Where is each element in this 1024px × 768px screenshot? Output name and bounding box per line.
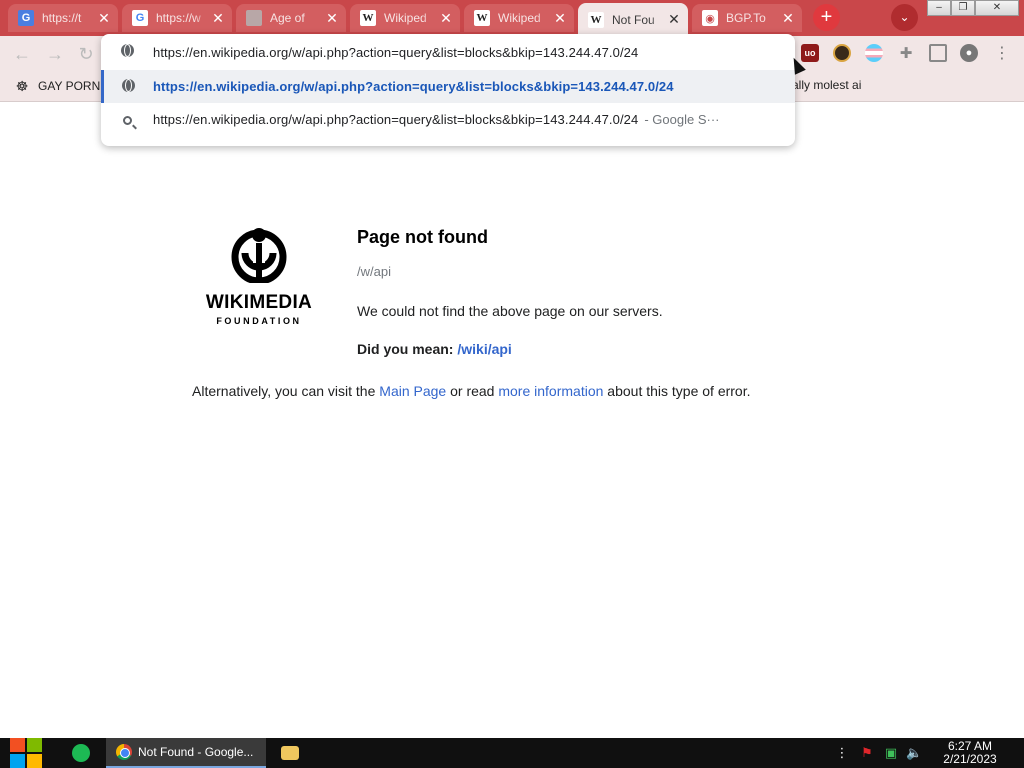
bookmark-label: GAY PORN <box>38 79 101 93</box>
logo-subtitle: FOUNDATION <box>216 316 302 326</box>
alt-prefix: Alternatively, you can visit the <box>192 383 376 399</box>
wikipedia-icon: W <box>474 10 490 26</box>
wikimedia-icon <box>231 228 287 285</box>
search-icon <box>101 112 153 128</box>
alt-middle: or read <box>450 383 495 399</box>
page-content: WIKIMEDIA FOUNDATION Page not found /w/a… <box>0 103 1024 738</box>
main-page-link[interactable]: Main Page <box>379 383 446 399</box>
bookmark-item[interactable]: ☸ GAY PORN <box>14 78 101 94</box>
side-panel-icon[interactable] <box>929 44 947 62</box>
wikipedia-icon: W <box>588 11 604 28</box>
ublock-icon[interactable]: uo <box>801 44 819 62</box>
overflow-icon[interactable]: ⋮ <box>834 745 850 761</box>
alt-suffix: about this type of error. <box>607 383 751 399</box>
browser-window: G https://t ✕ G https://w ✕ Age of ✕ W W… <box>0 0 1024 768</box>
tab-title: Age of <box>270 11 305 25</box>
globe-icon <box>104 78 153 95</box>
menu-kebab-icon[interactable]: ⋮ <box>993 44 1011 62</box>
close-icon[interactable]: ✕ <box>324 10 340 27</box>
page-title: Page not found <box>357 227 488 247</box>
volume-icon[interactable]: 🔈 <box>906 745 922 761</box>
omnibox-suggestion-search[interactable]: https://en.wikipedia.org/w/api.php?actio… <box>101 103 795 136</box>
clock-date: 2/21/2023 <box>943 752 997 766</box>
wikimedia-logo: WIKIMEDIA FOUNDATION <box>196 227 322 326</box>
did-you-mean: Did you mean: /wiki/api <box>357 341 857 357</box>
close-icon[interactable]: ✕ <box>96 10 112 27</box>
tab-2[interactable]: G https://w ✕ <box>122 4 232 32</box>
did-you-mean-label: Did you mean: <box>357 341 454 357</box>
clock[interactable]: 6:27 AM 2/21/2023 <box>936 740 1004 766</box>
close-icon[interactable]: ✕ <box>210 10 226 27</box>
close-icon[interactable]: ✕ <box>780 10 796 27</box>
address-input[interactable]: https://en.wikipedia.org/w/api.php?actio… <box>153 45 638 60</box>
omnibox-dropdown: https://en.wikipedia.org/w/api.php?actio… <box>101 34 795 146</box>
back-button[interactable]: ← <box>10 42 34 66</box>
bookmark-icon: ☸ <box>15 78 29 94</box>
omnibox-suggestion-url[interactable]: https://en.wikipedia.org/w/api.php?actio… <box>101 70 795 103</box>
suggestion-text: https://en.wikipedia.org/w/api.php?actio… <box>153 79 674 94</box>
wikipedia-icon: W <box>360 10 376 26</box>
maximize-button[interactable]: ❐ <box>951 0 975 16</box>
forward-button[interactable]: → <box>43 42 67 66</box>
flag-icon[interactable]: ⚑ <box>859 745 875 761</box>
google-translate-icon: G <box>18 10 34 26</box>
spotify-icon[interactable] <box>72 744 90 762</box>
profile-avatar-icon[interactable]: ● <box>960 44 978 62</box>
tab-5[interactable]: W Wikiped ✕ <box>464 4 574 32</box>
tab-title: https://w <box>156 11 201 25</box>
error-content: Page not found /w/api We could not find … <box>357 227 857 357</box>
bookmark-item[interactable]: ally molest ai <box>792 78 861 92</box>
tab-7[interactable]: ◉ BGP.To ✕ <box>692 4 802 32</box>
close-icon[interactable]: ✕ <box>438 10 454 27</box>
file-explorer-icon[interactable] <box>281 746 299 760</box>
requested-path: /w/api <box>357 264 391 279</box>
extension-face-icon[interactable] <box>833 44 851 62</box>
taskbar-chrome-app[interactable]: Not Found - Google... <box>106 738 266 768</box>
taskbar: Not Found - Google... ⋮ ⚑ ▣ 🔈 6:27 AM 2/… <box>0 738 1024 768</box>
extension-flag-icon[interactable] <box>865 44 883 62</box>
suggestion-suffix: - Google S··· <box>644 112 720 127</box>
more-information-link[interactable]: more information <box>498 383 603 399</box>
logo-wordmark: WIKIMEDIA <box>205 292 313 313</box>
globe-icon <box>246 10 262 26</box>
globe-icon <box>101 44 153 60</box>
tab-1[interactable]: G https://t ✕ <box>8 4 118 32</box>
tab-title: Not Fou <box>612 12 655 27</box>
tab-3[interactable]: Age of ✕ <box>236 4 346 32</box>
close-icon[interactable]: ✕ <box>666 11 682 28</box>
tab-6-active[interactable]: W Not Fou ✕ <box>578 3 688 36</box>
tab-title: BGP.To <box>726 11 766 25</box>
tab-title: Wikiped <box>498 11 541 25</box>
bookmark-label: ally molest ai <box>792 78 862 92</box>
tab-search-button[interactable]: ⌄ <box>891 4 918 31</box>
google-icon: G <box>132 10 148 26</box>
did-you-mean-link[interactable]: /wiki/api <box>457 341 511 357</box>
start-button[interactable] <box>10 738 43 768</box>
tab-title: https://t <box>42 11 82 25</box>
minimize-button[interactable]: – <box>927 0 951 16</box>
suggestion-text: https://en.wikipedia.org/w/api.php?actio… <box>153 112 639 127</box>
tab-strip: G https://t ✕ G https://w ✕ Age of ✕ W W… <box>0 0 1024 36</box>
alternative-text: Alternatively, you can visit the Main Pa… <box>192 383 751 399</box>
address-bar[interactable]: https://en.wikipedia.org/w/api.php?actio… <box>101 34 795 70</box>
tab-4[interactable]: W Wikiped ✕ <box>350 4 460 32</box>
tab-title: Wikiped <box>384 11 427 25</box>
close-icon[interactable]: ✕ <box>552 10 568 27</box>
network-icon[interactable]: ▣ <box>883 745 899 761</box>
reload-button[interactable]: ↻ <box>74 42 98 66</box>
new-tab-button[interactable]: + <box>813 4 840 31</box>
close-window-button[interactable]: ✕ <box>975 0 1019 16</box>
error-message: We could not find the above page on our … <box>357 303 663 319</box>
bgp-icon: ◉ <box>702 10 718 26</box>
taskbar-app-label: Not Found - Google... <box>138 745 254 759</box>
chrome-icon <box>116 744 132 760</box>
extensions-puzzle-icon[interactable]: ✚ <box>897 44 915 62</box>
